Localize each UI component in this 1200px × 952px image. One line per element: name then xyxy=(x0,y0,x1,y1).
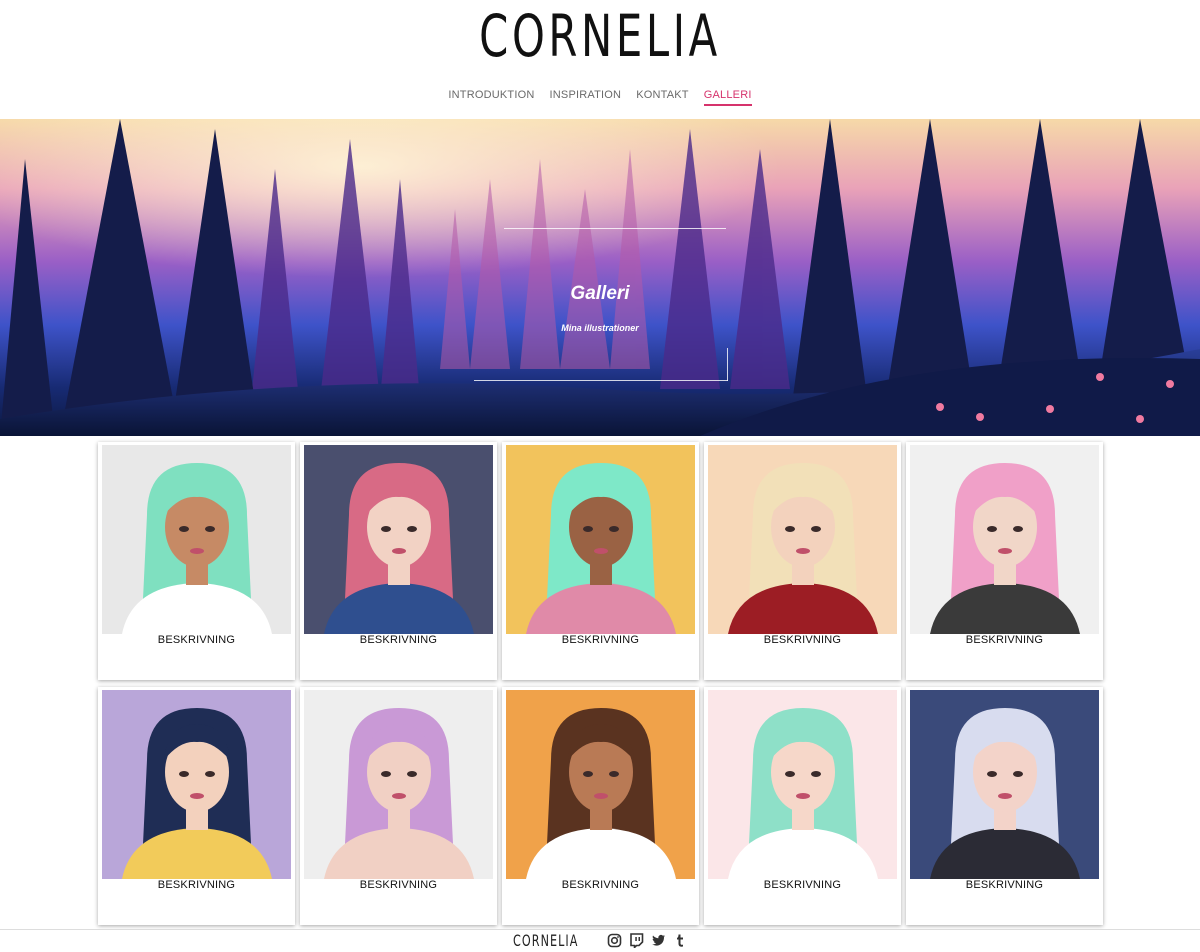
nav-item-introduktion[interactable]: INTRODUKTION xyxy=(448,89,534,106)
gallery-card[interactable]: BESKRIVNING xyxy=(704,687,901,925)
tumblr-icon[interactable] xyxy=(673,933,688,948)
hero-title: Galleri xyxy=(570,283,630,304)
illustration-image[interactable] xyxy=(910,445,1099,634)
twitter-icon[interactable] xyxy=(651,933,666,948)
nav-item-kontakt[interactable]: KONTAKT xyxy=(636,89,689,106)
illustration-image[interactable] xyxy=(708,690,897,879)
hero-frame-bottom xyxy=(474,380,728,381)
site-header: CORNELIA INTRODUKTION INSPIRATION KONTAK… xyxy=(0,0,1200,119)
card-description: BESKRIVNING xyxy=(561,879,640,891)
card-description: BESKRIVNING xyxy=(965,634,1044,646)
card-description: BESKRIVNING xyxy=(359,634,438,646)
card-description: BESKRIVNING xyxy=(965,879,1044,891)
main-nav: INTRODUKTION INSPIRATION KONTAKT GALLERI xyxy=(0,89,1200,106)
hero-banner: Galleri Mina illustrationer xyxy=(0,119,1200,436)
forest-illustration xyxy=(0,119,1200,436)
gallery-card[interactable]: BESKRIVNING xyxy=(704,442,901,680)
twitch-icon[interactable] xyxy=(629,933,644,950)
hero-subtitle: Mina illustrationer xyxy=(561,323,639,333)
gallery-card[interactable]: BESKRIVNING xyxy=(98,687,295,925)
gallery-card[interactable]: BESKRIVNING xyxy=(98,442,295,680)
nav-item-inspiration[interactable]: INSPIRATION xyxy=(550,89,622,106)
instagram-icon[interactable] xyxy=(607,933,622,948)
site-footer: CORNELIA xyxy=(0,929,1200,952)
illustration-image[interactable] xyxy=(102,445,291,634)
hero-frame-top xyxy=(504,228,726,229)
illustration-image[interactable] xyxy=(910,690,1099,879)
hero-frame-side xyxy=(727,348,728,381)
site-logo[interactable]: CORNELIA xyxy=(168,2,1032,70)
gallery-card[interactable]: BESKRIVNING xyxy=(906,442,1103,680)
card-description: BESKRIVNING xyxy=(561,634,640,646)
illustration-image[interactable] xyxy=(506,690,695,879)
gallery-card[interactable]: BESKRIVNING xyxy=(300,442,497,680)
card-description: BESKRIVNING xyxy=(157,879,236,891)
gallery-card[interactable]: BESKRIVNING xyxy=(502,442,699,680)
illustration-image[interactable] xyxy=(506,445,695,634)
footer-logo[interactable]: CORNELIA xyxy=(513,931,578,950)
illustration-image[interactable] xyxy=(102,690,291,879)
gallery-card[interactable]: BESKRIVNING xyxy=(300,687,497,925)
card-description: BESKRIVNING xyxy=(763,634,842,646)
card-description: BESKRIVNING xyxy=(763,879,842,891)
card-description: BESKRIVNING xyxy=(359,879,438,891)
illustration-image[interactable] xyxy=(304,690,493,879)
illustration-image[interactable] xyxy=(708,445,897,634)
illustration-image[interactable] xyxy=(304,445,493,634)
social-links xyxy=(607,933,688,950)
gallery-card[interactable]: BESKRIVNING xyxy=(502,687,699,925)
nav-item-galleri[interactable]: GALLERI xyxy=(703,89,752,106)
gallery-card[interactable]: BESKRIVNING xyxy=(906,687,1103,925)
card-description: BESKRIVNING xyxy=(157,634,236,646)
